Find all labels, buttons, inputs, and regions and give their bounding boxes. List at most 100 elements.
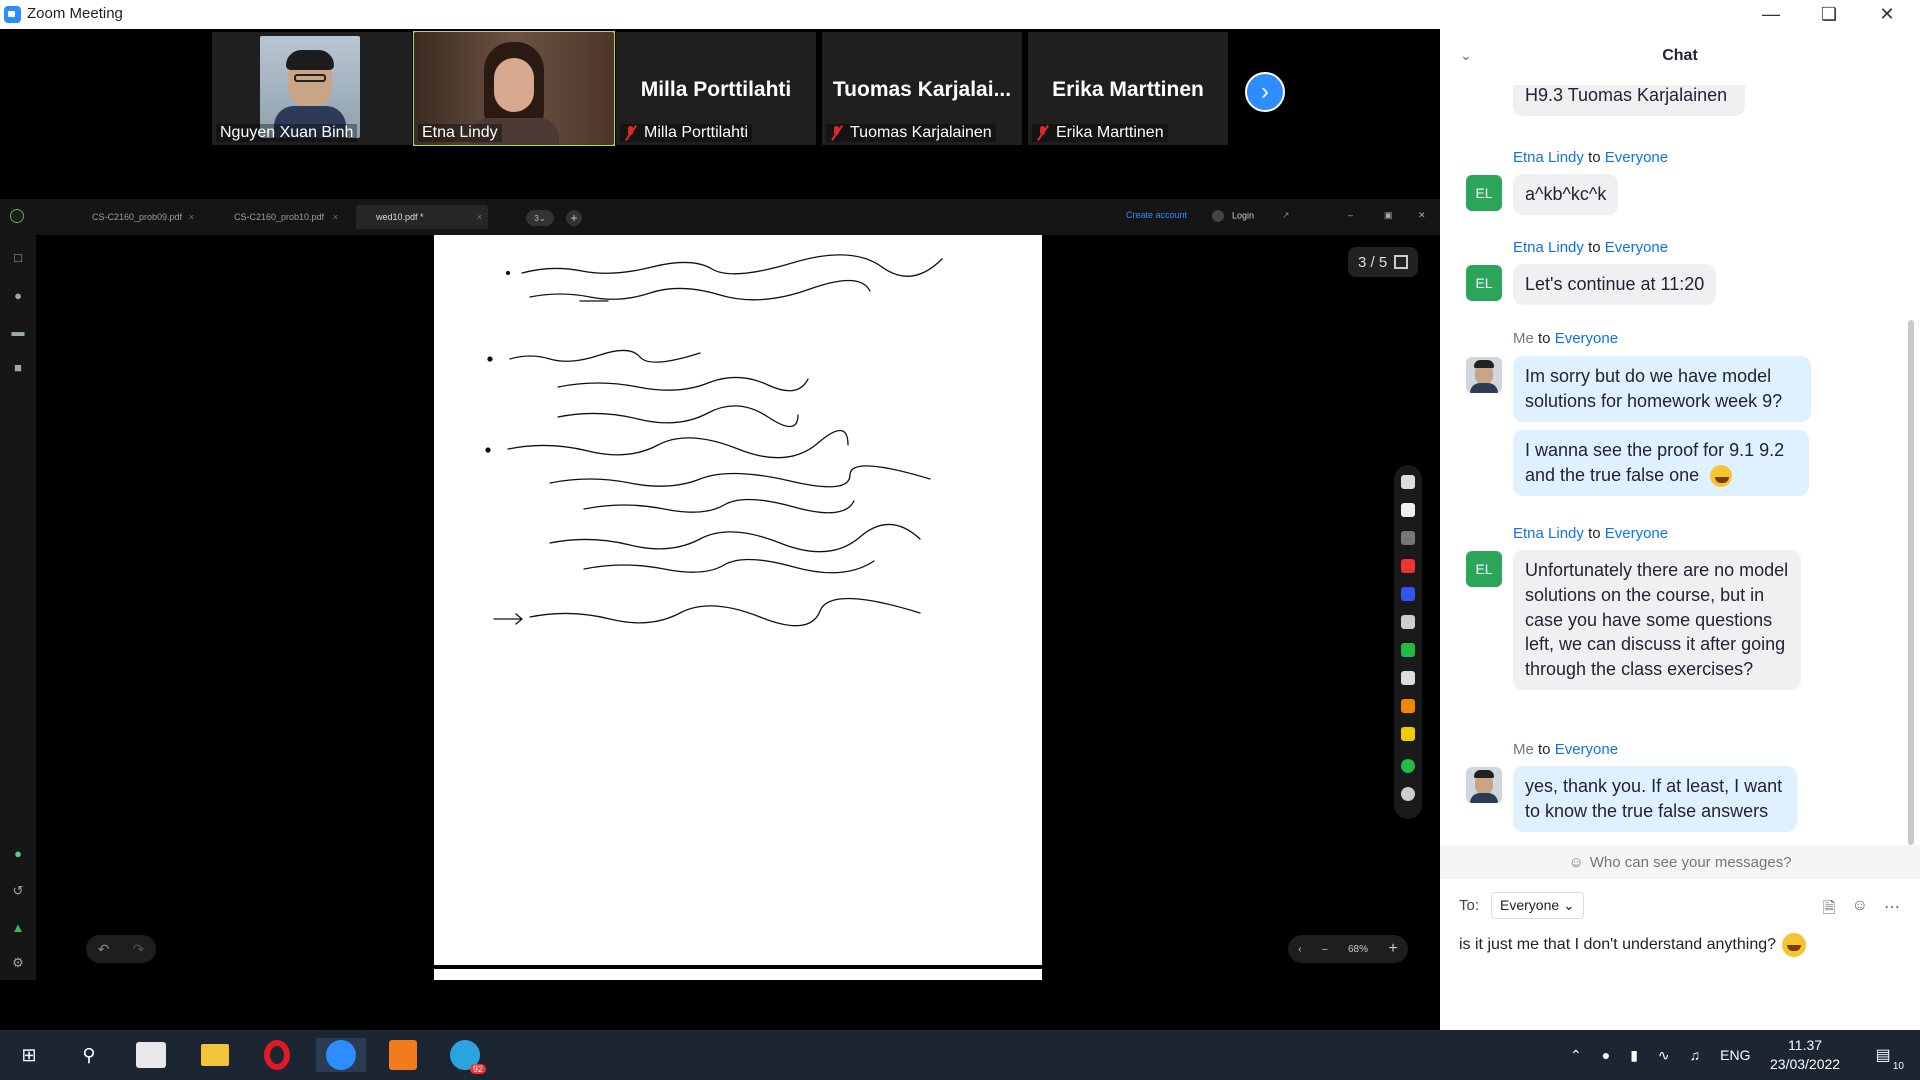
- chat-title: Chat: [1662, 47, 1698, 64]
- emoji-icon[interactable]: ☺: [1852, 897, 1868, 924]
- pen-tool-icon[interactable]: [1401, 531, 1415, 545]
- login-link[interactable]: Login: [1212, 210, 1254, 222]
- avatar: [1466, 767, 1502, 803]
- opera-icon[interactable]: [260, 1038, 294, 1072]
- handwriting-strokes: [485, 254, 943, 627]
- next-page-arrow-icon[interactable]: ›: [1245, 72, 1285, 112]
- title-bar: Zoom Meeting — ❏ ✕: [0, 0, 1920, 29]
- pdf-close-icon[interactable]: ✕: [1418, 210, 1426, 221]
- pdf-minimize-icon[interactable]: –: [1348, 210, 1353, 220]
- windows-start-icon[interactable]: ⊞: [12, 1038, 46, 1072]
- text-tool-icon[interactable]: [1401, 643, 1415, 657]
- chat-scrollbar[interactable]: [1908, 320, 1914, 845]
- chat-bubble: yes, thank you. If at least, I want to k…: [1513, 766, 1797, 832]
- minimize-button[interactable]: —: [1742, 0, 1800, 29]
- notification-count: 10: [1892, 1061, 1904, 1072]
- save-icon[interactable]: ■: [10, 359, 26, 375]
- avatar: [1466, 357, 1502, 393]
- user-icon: [1212, 210, 1224, 222]
- chat-input[interactable]: is it just me that I don't understand an…: [1459, 933, 1807, 957]
- close-tab-icon[interactable]: ×: [189, 212, 194, 222]
- chat-actions: 🗎 ☺ ⋯: [1823, 897, 1900, 924]
- create-account-link[interactable]: Create account: [1126, 210, 1187, 220]
- restore-button[interactable]: ❏: [1800, 0, 1858, 29]
- zoom-level[interactable]: 68%: [1348, 944, 1368, 955]
- undo-redo-pill: ↶ ↷: [86, 935, 156, 963]
- recipient-dropdown[interactable]: Everyone ⌄: [1491, 892, 1584, 919]
- settings-gear-icon[interactable]: ⚙: [10, 955, 26, 971]
- add-tab-icon[interactable]: +: [566, 210, 582, 226]
- select-arrow-icon[interactable]: [1401, 503, 1415, 517]
- message-sender: Me to Everyone: [1513, 330, 1619, 347]
- file-icon[interactable]: 🗎: [1823, 897, 1836, 924]
- add-tool-icon[interactable]: [1401, 759, 1415, 773]
- keyboard-icon[interactable]: ▬: [10, 323, 26, 339]
- chevron-up-icon[interactable]: ⌃: [1570, 1047, 1582, 1064]
- file-explorer-icon[interactable]: [198, 1038, 232, 1072]
- participant-display-name: Milla Porttilahti: [640, 78, 792, 101]
- tab-wed10[interactable]: wed10.pdf * ×: [356, 205, 488, 229]
- message-sender: Me to Everyone: [1513, 741, 1619, 758]
- pdf-left-toolbar: □ ● ▬ ■ ● ↺ ▲ ⚙: [0, 235, 36, 980]
- eraser-icon[interactable]: [1401, 671, 1415, 685]
- notifications-icon[interactable]: ▤ 10: [1866, 1038, 1904, 1072]
- undo-icon[interactable]: ↶: [98, 941, 110, 958]
- chat-messages: H9.3 Tuomas Karjalainen Etna Lindy to Ev…: [1440, 85, 1910, 845]
- taskbar: ⊞ ⚲ 92 ⌃ ● ▮ ∿ ♫ ENG 11.37 23/03/2022 ▤ 1…: [0, 1030, 1920, 1080]
- volume-icon[interactable]: ♫: [1690, 1047, 1701, 1063]
- language-indicator[interactable]: ENG: [1720, 1047, 1750, 1063]
- binoculars-icon[interactable]: ●: [10, 287, 26, 303]
- hand-tool-icon[interactable]: [1401, 475, 1415, 489]
- tab-count-badge[interactable]: 3 ⌄: [526, 210, 554, 226]
- telegram-icon[interactable]: 92: [448, 1038, 486, 1074]
- grid-view-icon[interactable]: [1394, 255, 1408, 269]
- chat-bubble: a^kb^kc^k: [1513, 174, 1619, 215]
- tab-prob09[interactable]: CS-C2160_prob09.pdf ×: [72, 205, 200, 229]
- window-title: Zoom Meeting: [27, 5, 123, 22]
- close-button[interactable]: ✕: [1858, 0, 1916, 29]
- participant-tile[interactable]: Nguyen Xuan Binh: [212, 32, 412, 145]
- muted-mic-icon: [624, 125, 638, 141]
- education-icon[interactable]: ▲: [10, 919, 26, 935]
- message-visibility-link[interactable]: ☺ Who can see your messages?: [1440, 845, 1920, 879]
- wifi-icon[interactable]: ∿: [1658, 1047, 1670, 1064]
- participant-tile[interactable]: Milla Porttilahti Milla Porttilahti: [616, 32, 816, 145]
- participant-tile[interactable]: Erika Marttinen Erika Marttinen: [1028, 32, 1228, 145]
- pdf-restore-icon[interactable]: ▣: [1384, 210, 1393, 221]
- pdf-app-icon[interactable]: [386, 1038, 420, 1072]
- close-tab-icon[interactable]: ×: [477, 212, 482, 222]
- more-tools-icon[interactable]: [1401, 787, 1415, 801]
- clock[interactable]: 11.37 23/03/2022: [1770, 1036, 1840, 1074]
- microphone-icon[interactable]: ●: [1602, 1047, 1610, 1063]
- zoom-in-icon[interactable]: +: [1388, 940, 1397, 958]
- muted-mic-icon: [830, 125, 844, 141]
- more-icon[interactable]: ⋯: [1884, 897, 1900, 924]
- zoom-controls: ‹ – 68% +: [1288, 935, 1408, 963]
- pages-icon[interactable]: □: [10, 249, 26, 265]
- fullscreen-icon[interactable]: ↗: [1282, 210, 1290, 221]
- history-icon[interactable]: ↺: [10, 883, 26, 899]
- red-pen-icon[interactable]: [1401, 559, 1415, 573]
- search-icon[interactable]: ⚲: [72, 1038, 106, 1072]
- pdf-page-handwritten-notes[interactable]: [434, 235, 1042, 965]
- redo-icon[interactable]: ↷: [133, 941, 145, 958]
- battery-icon[interactable]: ▮: [1630, 1047, 1638, 1064]
- blue-pen-icon[interactable]: [1401, 587, 1415, 601]
- snipping-tool-icon[interactable]: [136, 1042, 166, 1068]
- zoom-out-icon[interactable]: –: [1322, 944, 1328, 955]
- clock-date: 23/03/2022: [1770, 1056, 1841, 1072]
- sync-icon[interactable]: ●: [10, 845, 26, 861]
- clock-time: 11.37: [1788, 1037, 1823, 1053]
- yellow-highlighter-icon[interactable]: [1401, 727, 1415, 741]
- highlighter-icon[interactable]: [1401, 699, 1415, 713]
- zoom-taskbar-icon[interactable]: [316, 1038, 366, 1072]
- avatar: EL: [1466, 175, 1502, 211]
- prev-page-icon[interactable]: ‹: [1298, 944, 1301, 955]
- tab-prob10[interactable]: CS-C2160_prob10.pdf ×: [214, 205, 344, 229]
- participant-tile[interactable]: Tuomas Karjalai... Tuomas Karjalainen: [822, 32, 1022, 145]
- marker-icon[interactable]: [1401, 615, 1415, 629]
- close-tab-icon[interactable]: ×: [333, 212, 338, 222]
- pdf-next-page: [434, 969, 1042, 980]
- participant-tile-active-speaker[interactable]: Etna Lindy: [413, 31, 615, 146]
- page-counter[interactable]: 3 / 5: [1348, 247, 1418, 277]
